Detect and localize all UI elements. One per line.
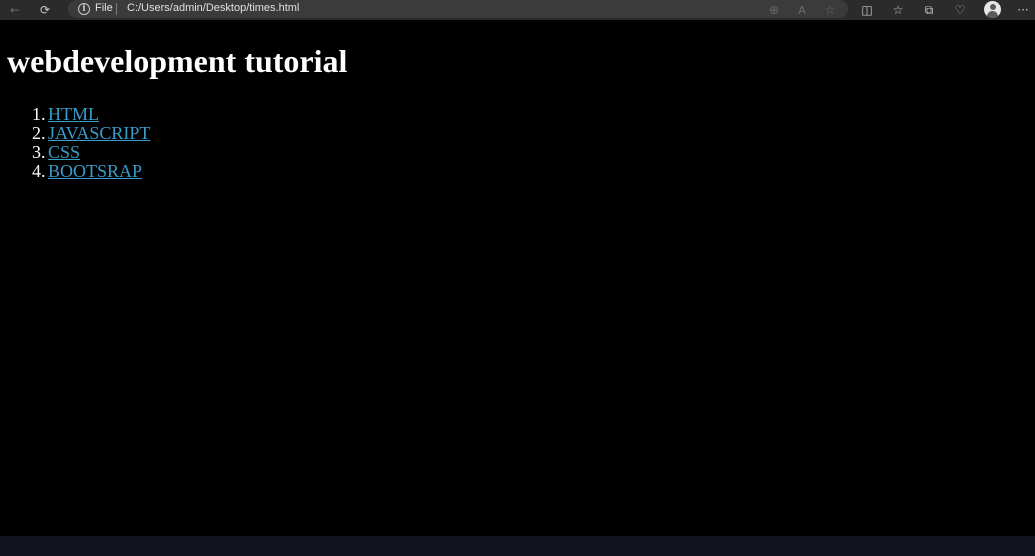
list-item: 3. CSS (32, 143, 150, 162)
taskbar-strip (0, 536, 1035, 556)
address-scheme-label: File (95, 2, 113, 14)
profile-avatar-icon[interactable] (984, 1, 1001, 18)
list-item-number: 2. (32, 123, 46, 143)
browser-toolbar: ← ⟳ i File C:/Users/admin/Desktop/times.… (0, 0, 1035, 20)
list-item-number: 1. (32, 104, 46, 124)
site-info-icon[interactable]: i (78, 3, 90, 15)
list-item-number: 4. (32, 161, 46, 181)
back-arrow-icon[interactable]: ← (8, 0, 22, 20)
link-bootsrap[interactable]: BOOTSRAP (48, 161, 142, 181)
link-javascript[interactable]: JAVASCRIPT (48, 123, 150, 143)
avatar-head (989, 4, 996, 10)
read-aloud-icon[interactable]: A (795, 0, 809, 20)
page-content: webdevelopment tutorial 1. HTML 2. JAVASCR… (0, 20, 1035, 536)
list-item: 1. HTML (32, 105, 150, 124)
avatar-body (987, 11, 998, 18)
list-item-number: 3. (32, 142, 46, 162)
address-divider (116, 3, 117, 15)
list-item: 4. BOOTSRAP (32, 162, 150, 181)
favorites-icon[interactable]: ☆ (891, 0, 905, 20)
tutorial-list: 1. HTML 2. JAVASCRIPT 3. CSS 4. BOOTSRAP (32, 105, 150, 181)
split-screen-icon[interactable]: ◫ (860, 0, 874, 20)
list-item: 2. JAVASCRIPT (32, 124, 150, 143)
favorite-star-icon[interactable]: ☆ (823, 0, 837, 20)
link-css[interactable]: CSS (48, 142, 80, 162)
collections-icon[interactable]: ⧉ (922, 0, 936, 20)
extensions-icon[interactable]: ♡ (953, 0, 967, 20)
zoom-icon[interactable]: ⊕ (767, 0, 781, 20)
page-title: webdevelopment tutorial (7, 43, 348, 79)
more-menu-icon[interactable]: ··· (1013, 0, 1033, 20)
link-html[interactable]: HTML (48, 104, 99, 124)
refresh-icon[interactable]: ⟳ (38, 0, 52, 20)
address-url[interactable]: C:/Users/admin/Desktop/times.html (127, 2, 299, 14)
